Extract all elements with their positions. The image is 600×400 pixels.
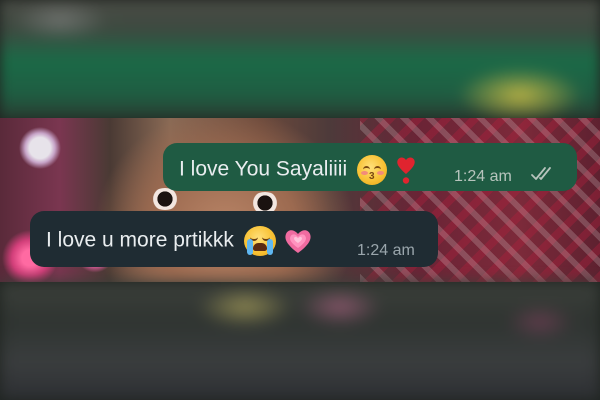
outgoing-message-bubble[interactable]: I love You Sayaliiii 3 1:24 am xyxy=(163,143,577,191)
message-timestamp: 1:24 am xyxy=(357,242,415,259)
blurred-background-bottom xyxy=(0,282,600,400)
kissing-face-emoji-icon: 3 xyxy=(356,155,387,185)
heart-exclamation-emoji-icon xyxy=(395,155,417,185)
incoming-message-bubble[interactable]: I love u more prtikkk 1:24 am xyxy=(30,211,438,267)
message-text: I love u more prtikkk xyxy=(46,228,234,252)
message-content: I love u more prtikkk xyxy=(46,226,313,256)
message-timestamp: 1:24 am xyxy=(454,168,512,185)
double-check-icon xyxy=(530,165,558,183)
blurred-background-top xyxy=(0,0,600,120)
wallpaper-eye xyxy=(150,188,180,210)
growing-heart-emoji-icon xyxy=(283,226,313,256)
message-text: I love You Sayaliiii xyxy=(179,157,348,181)
message-content: I love You Sayaliiii 3 xyxy=(179,155,417,185)
crying-face-emoji-icon xyxy=(243,226,276,256)
